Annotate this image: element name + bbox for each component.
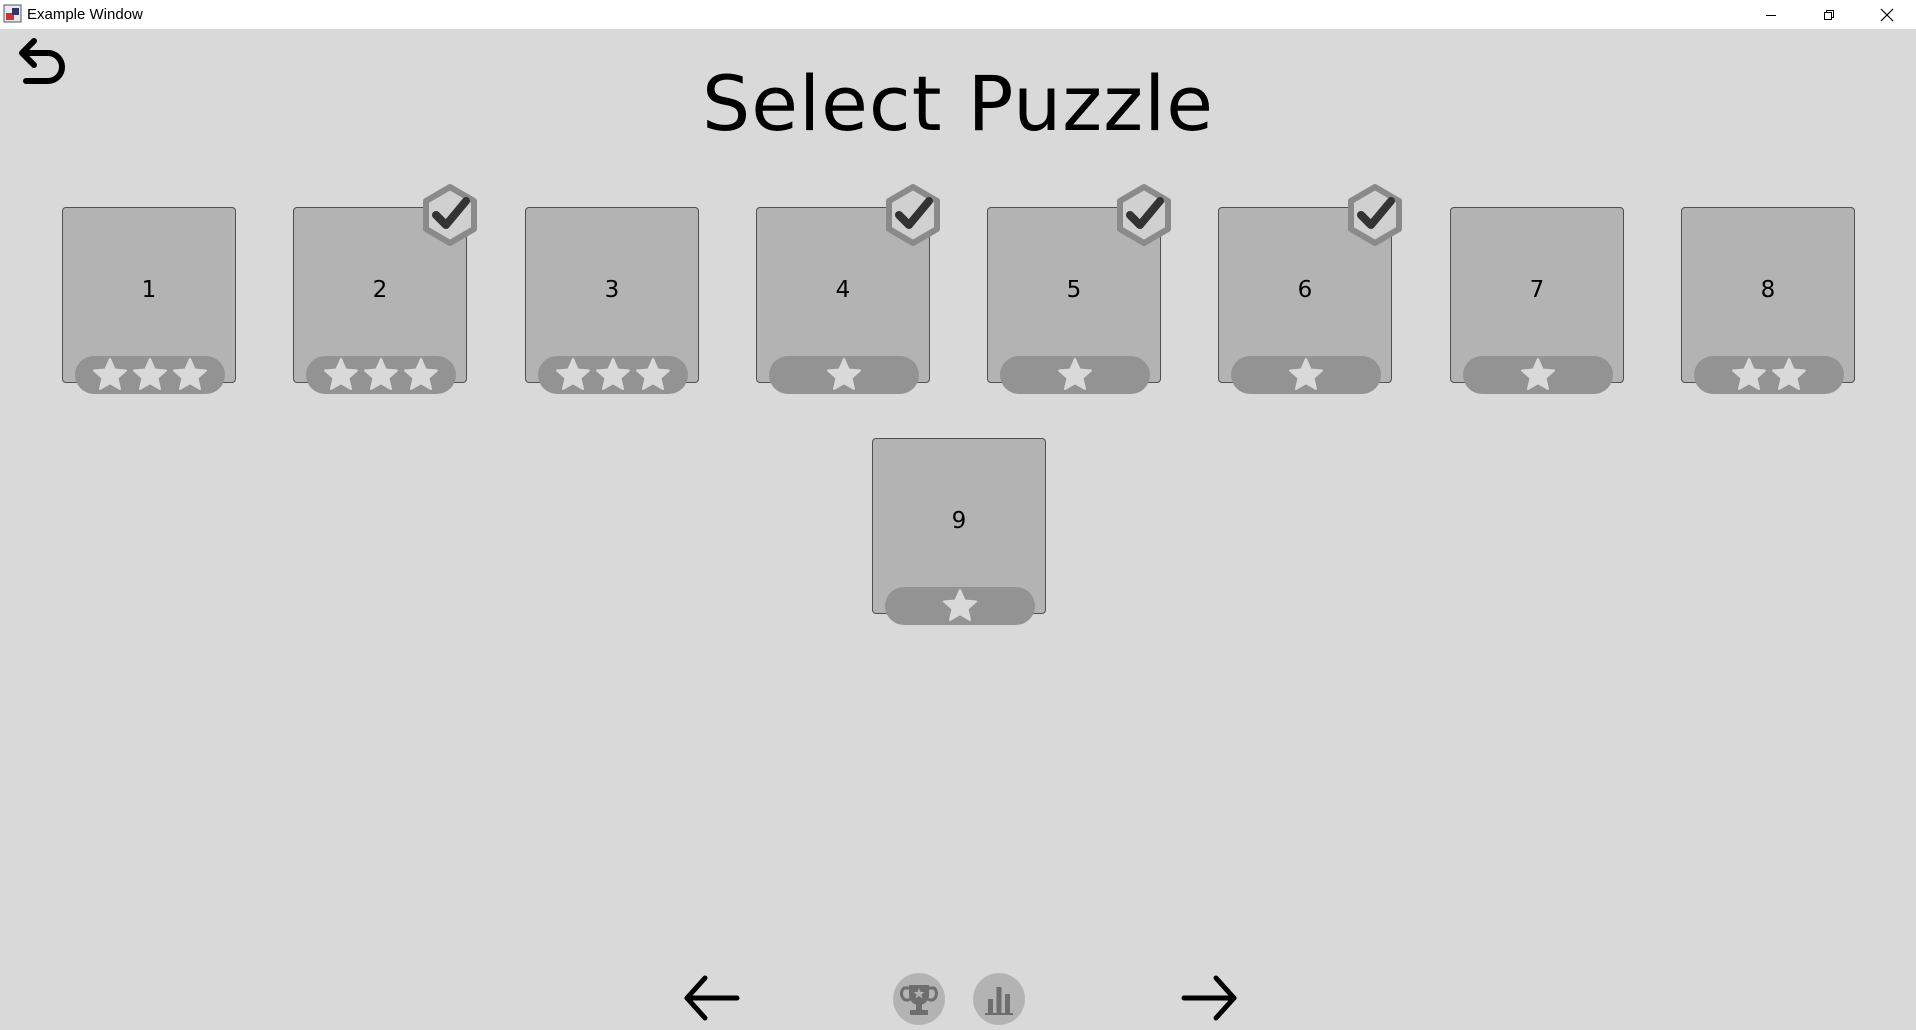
close-icon [1880,8,1894,21]
star-rating [1463,356,1613,394]
puzzle-tile[interactable]: 5 [987,184,1171,397]
next-page-button[interactable] [1180,970,1240,1026]
puzzle-tile[interactable]: 8 [1681,207,1855,397]
star-icon [556,358,590,390]
puzzle-number: 2 [372,277,388,303]
puzzle-tile[interactable]: 6 [1218,184,1402,397]
star-icon [133,358,167,390]
puzzle-number: 4 [835,277,851,303]
puzzle-tile[interactable]: 9 [872,438,1046,628]
restore-button[interactable] [1800,0,1858,29]
trophy-icon [900,985,938,1015]
puzzle-tile[interactable]: 4 [756,184,940,397]
star-icon [93,358,127,390]
star-rating [1231,356,1381,394]
star-icon [1521,358,1555,390]
star-rating [1000,356,1150,394]
star-icon [636,358,670,390]
star-icon [827,358,861,390]
puzzle-tile[interactable]: 1 [62,207,236,397]
star-rating [75,356,225,394]
puzzle-number: 6 [1297,277,1313,303]
puzzle-tile[interactable]: 7 [1450,207,1624,397]
close-button[interactable] [1858,0,1916,29]
check-badge-icon [1348,184,1402,246]
page-title: Select Puzzle [702,59,1214,148]
star-icon [1772,358,1806,390]
achievements-button[interactable] [893,973,945,1025]
window-title: Example Window [27,6,143,23]
star-icon [1289,358,1323,390]
star-icon [324,358,358,390]
star-rating [885,587,1035,625]
minimize-icon [1766,14,1776,16]
puzzle-number: 9 [951,508,967,534]
puzzle-number: 5 [1066,277,1082,303]
star-rating [1694,356,1844,394]
star-rating [769,356,919,394]
puzzle-number: 3 [604,277,620,303]
star-icon [404,358,438,390]
star-icon [943,589,977,621]
star-icon [1732,358,1766,390]
previous-page-button[interactable] [681,970,741,1026]
arrow-left-icon [684,975,740,1021]
star-icon [364,358,398,390]
star-icon [173,358,207,390]
bar-chart-icon [985,987,1013,1015]
title-bar: Example Window [0,0,1916,29]
star-rating [306,356,456,394]
app-icon [3,4,22,23]
arrow-right-icon [1181,975,1237,1021]
puzzle-number: 8 [1760,277,1776,303]
star-icon [596,358,630,390]
minimize-button[interactable] [1742,0,1800,29]
statistics-button[interactable] [973,973,1025,1025]
puzzle-tile[interactable]: 3 [525,207,699,397]
puzzle-number: 1 [141,277,157,303]
check-badge-icon [423,184,477,246]
restore-icon [1824,9,1834,20]
check-badge-icon [1117,184,1171,246]
puzzle-tile[interactable]: 2 [293,184,477,397]
check-badge-icon [886,184,940,246]
puzzle-number: 7 [1529,277,1545,303]
main-content: Select Puzzle 1 2 3 4 5 6 7 8 9 [0,29,1916,1026]
star-icon [1058,358,1092,390]
star-rating [538,356,688,394]
